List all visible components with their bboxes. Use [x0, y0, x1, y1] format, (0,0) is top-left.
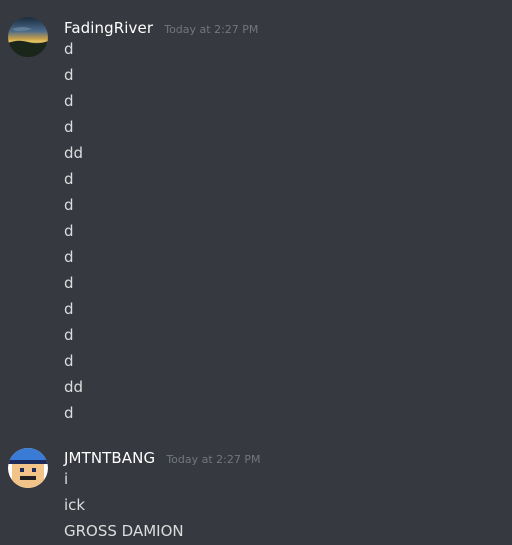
user-avatar[interactable]	[8, 448, 48, 488]
message-line: GROSS DAMION	[64, 522, 184, 540]
message-group-jmtntbang: JMTNTBANG Today at 2:27 PM i ick GROSS D…	[0, 0, 512, 545]
timestamp: Today at 2:27 PM	[166, 453, 261, 466]
message-line: i	[64, 470, 69, 488]
username[interactable]: JMTNTBANG	[64, 449, 155, 467]
message-line: ick	[64, 496, 86, 514]
message-header: JMTNTBANG Today at 2:27 PM	[64, 448, 261, 470]
pixel-face-avatar-icon	[8, 448, 48, 488]
